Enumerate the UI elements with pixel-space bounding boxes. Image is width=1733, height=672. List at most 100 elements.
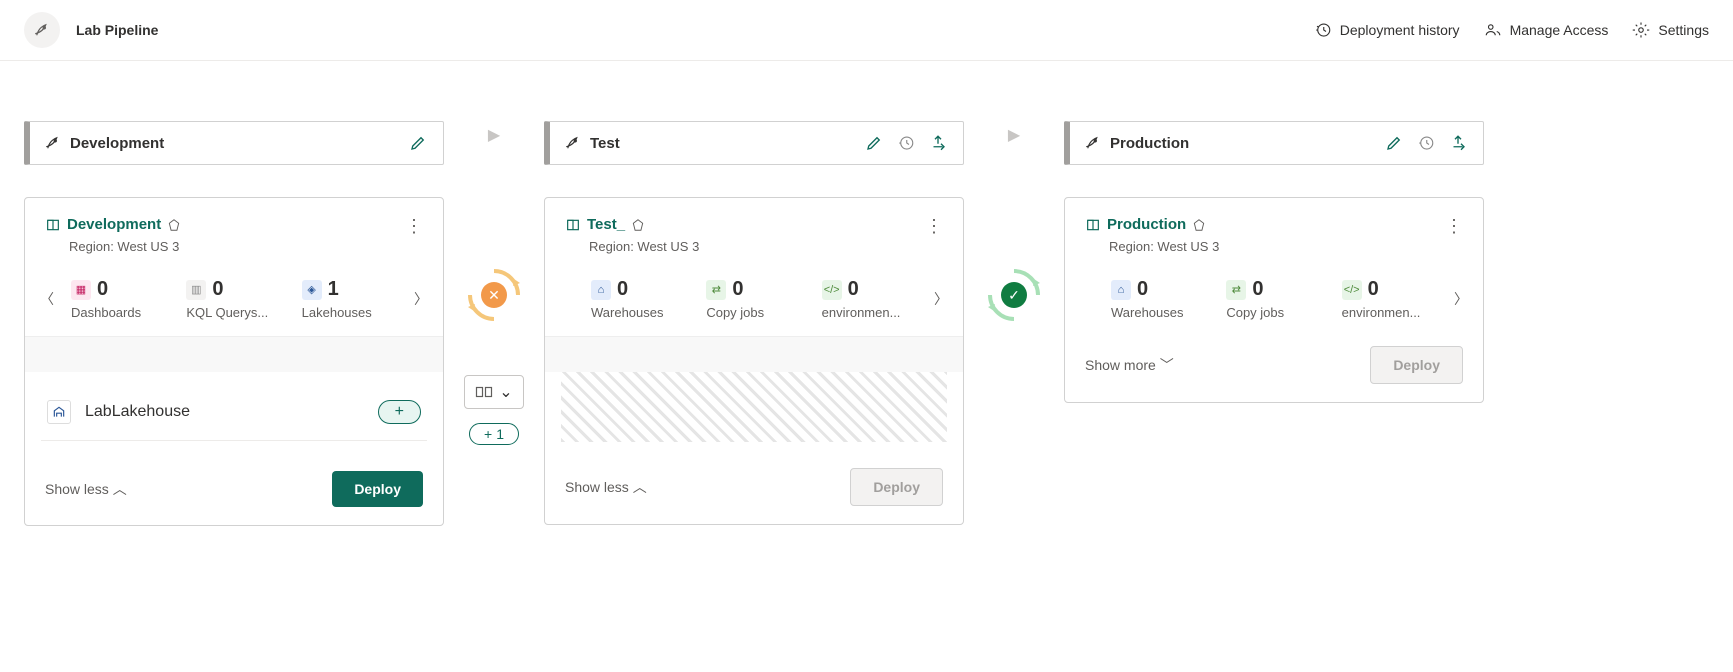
stage-name-label: Test xyxy=(590,135,620,152)
stage-name-label: Development xyxy=(70,135,164,152)
gear-icon xyxy=(1632,21,1650,39)
history-icon[interactable] xyxy=(895,132,917,154)
metric-count: 0 xyxy=(732,278,743,301)
copyjob-icon: ⇄ xyxy=(706,280,726,300)
app-header: Lab Pipeline Deployment history Manage A… xyxy=(0,0,1733,61)
workspace-icon xyxy=(45,217,61,233)
pipeline-stages: Development Development Region: West US … xyxy=(0,61,1733,586)
rocket-icon xyxy=(24,12,60,48)
dashboard-icon: ▦ xyxy=(71,280,91,300)
metric-count: 0 xyxy=(1137,278,1148,301)
manage-access-label: Manage Access xyxy=(1510,22,1609,38)
region-label: Region: West US 3 xyxy=(589,239,699,254)
people-icon xyxy=(1484,21,1502,39)
metric-count: 0 xyxy=(848,278,859,301)
metrics-prev-button[interactable]: 〈 xyxy=(33,289,61,309)
list-item[interactable]: LabLakehouse + xyxy=(41,384,427,441)
compare-icon xyxy=(475,385,493,399)
page-title: Lab Pipeline xyxy=(76,22,158,38)
history-icon xyxy=(1314,21,1332,39)
warehouse-icon: ⌂ xyxy=(1111,280,1131,300)
deployment-history-label: Deployment history xyxy=(1340,22,1460,38)
stage-header-production[interactable]: Production xyxy=(1064,121,1484,165)
item-name: LabLakehouse xyxy=(85,403,190,421)
metric-label: Warehouses xyxy=(1111,305,1211,320)
metric-label: Warehouses xyxy=(591,305,691,320)
metric-count: 0 xyxy=(1368,278,1379,301)
copyjob-icon: ⇄ xyxy=(1226,280,1246,300)
show-less-toggle[interactable]: Show less ︿ xyxy=(45,479,127,499)
diff-count-pill[interactable]: +1 xyxy=(469,423,519,445)
metric-label: Lakehouses xyxy=(302,305,402,320)
metric-label: Dashboards xyxy=(71,305,171,320)
edit-icon[interactable] xyxy=(1383,132,1405,154)
show-more-toggle[interactable]: Show more ﹀ xyxy=(1085,355,1174,375)
workspace-icon xyxy=(565,217,581,233)
environment-icon: </> xyxy=(1342,280,1362,300)
region-label: Region: West US 3 xyxy=(1109,239,1219,254)
item-strip xyxy=(545,336,963,372)
metric-count: 1 xyxy=(328,278,339,301)
more-icon[interactable]: ⋮ xyxy=(405,216,423,237)
empty-drop-zone xyxy=(561,372,947,442)
metric-label: environmen... xyxy=(1342,305,1442,320)
workspace-card-production: Production Region: West US 3 ⋮ 〈 ⌂0 Ware… xyxy=(1064,197,1484,403)
stage-development: Development Development Region: West US … xyxy=(24,121,444,526)
rocket-icon xyxy=(44,134,62,152)
metric-count: 0 xyxy=(617,278,628,301)
edit-icon[interactable] xyxy=(407,132,429,154)
workspace-icon xyxy=(1085,217,1101,233)
manage-access-button[interactable]: Manage Access xyxy=(1484,21,1609,39)
metric-label: Copy jobs xyxy=(1226,305,1326,320)
premium-icon xyxy=(167,218,181,232)
deployment-history-button[interactable]: Deployment history xyxy=(1314,21,1460,39)
stage-production: Production Production Region: West US 3 … xyxy=(1064,121,1484,403)
metrics-next-button[interactable]: 〉 xyxy=(927,289,955,309)
metrics-next-button[interactable]: 〉 xyxy=(407,289,435,309)
chevron-down-icon: ⌄ xyxy=(499,382,512,402)
item-strip xyxy=(25,336,443,372)
deploy-button: Deploy xyxy=(1370,346,1463,384)
stage-test: Test Test_ Region: West US 3 ⋮ xyxy=(544,121,964,525)
metric-label: environmen... xyxy=(822,305,922,320)
connector-dev-test: ▶ ✕ ⌄ +1 xyxy=(444,121,544,445)
metric-count: 0 xyxy=(97,278,108,301)
play-icon: ▶ xyxy=(488,125,500,145)
environment-icon: </> xyxy=(822,280,842,300)
more-icon[interactable]: ⋮ xyxy=(925,216,943,237)
edit-icon[interactable] xyxy=(863,132,885,154)
metric-count: 0 xyxy=(212,278,223,301)
add-item-button[interactable]: + xyxy=(378,400,421,424)
workspace-card-test: Test_ Region: West US 3 ⋮ 〈 ⌂0 Warehouse… xyxy=(544,197,964,525)
region-label: Region: West US 3 xyxy=(69,239,181,254)
lakehouse-icon xyxy=(47,400,71,424)
sync-status-error[interactable]: ✕ xyxy=(464,265,524,325)
sync-status-ok[interactable]: ✓ xyxy=(984,265,1044,325)
workspace-name[interactable]: Production xyxy=(1107,216,1186,233)
metrics-next-button[interactable]: 〉 xyxy=(1447,289,1475,309)
workspace-name[interactable]: Development xyxy=(67,216,161,233)
workspace-card-development: Development Region: West US 3 ⋮ 〈 ▦ 0 Das… xyxy=(24,197,444,526)
compare-button[interactable]: ⌄ xyxy=(464,375,523,409)
rules-icon[interactable] xyxy=(1447,132,1469,154)
premium-icon xyxy=(631,218,645,232)
metric-label: Copy jobs xyxy=(706,305,806,320)
deploy-button[interactable]: Deploy xyxy=(332,471,423,507)
rocket-icon xyxy=(564,134,582,152)
play-icon: ▶ xyxy=(1008,125,1020,145)
rules-icon[interactable] xyxy=(927,132,949,154)
show-less-toggle[interactable]: Show less ︿ xyxy=(565,477,647,497)
metric-count: 0 xyxy=(1252,278,1263,301)
workspace-name[interactable]: Test_ xyxy=(587,216,625,233)
rocket-icon xyxy=(1084,134,1102,152)
stage-header-development[interactable]: Development xyxy=(24,121,444,165)
warehouse-icon: ⌂ xyxy=(591,280,611,300)
stage-name-label: Production xyxy=(1110,135,1189,152)
stage-header-test[interactable]: Test xyxy=(544,121,964,165)
metric-label: KQL Querys... xyxy=(186,305,286,320)
history-icon[interactable] xyxy=(1415,132,1437,154)
premium-icon xyxy=(1192,218,1206,232)
settings-button[interactable]: Settings xyxy=(1632,21,1709,39)
kql-icon: ▥ xyxy=(186,280,206,300)
more-icon[interactable]: ⋮ xyxy=(1445,216,1463,237)
